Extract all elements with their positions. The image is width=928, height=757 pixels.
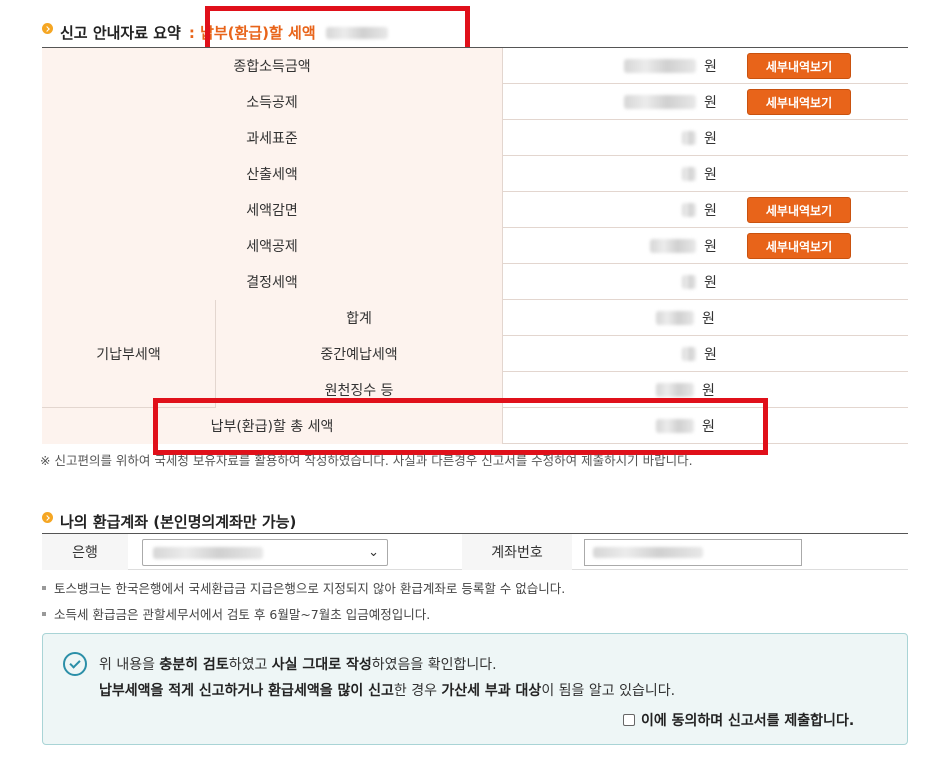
detail-button-reduction[interactable]: 세부내역보기 <box>747 197 851 223</box>
row-label: 종합소득금액 <box>42 48 502 84</box>
agree-label: 이에 동의하며 신고서를 제출합니다. <box>641 713 855 729</box>
row-value: 원 <box>682 336 717 372</box>
table-row: 소득공제 원 세부내역보기 <box>42 84 908 120</box>
row-label: 합계 <box>216 300 502 336</box>
row-value: 원 <box>682 120 717 156</box>
summary-table: 종합소득금액 원 세부내역보기 소득공제 원 세부내역보기 과세표준 원 산출세… <box>42 47 908 444</box>
refund-account-row: 은행 ⌄ 계좌번호 <box>42 533 908 570</box>
table-row: 산출세액 원 <box>42 156 908 192</box>
table-row: 종합소득금액 원 세부내역보기 <box>42 48 908 84</box>
info-line: 소득세 환급금은 관할세무서에서 검토 후 6월말~7월초 입금예정입니다. <box>42 604 430 623</box>
info-line: 토스뱅크는 한국은행에서 국세환급금 지급은행으로 지정되지 않아 환급계좌로 … <box>42 578 565 597</box>
row-label: 소득공제 <box>42 84 502 120</box>
row-value: 원 <box>624 48 717 84</box>
bank-select[interactable]: ⌄ <box>142 539 388 566</box>
table-row: 중간예납세액 원 <box>216 336 908 372</box>
row-label: 세액감면 <box>42 192 502 228</box>
row-value: 원 <box>682 264 717 300</box>
bullet-icon <box>42 23 53 34</box>
row-label: 세액공제 <box>42 228 502 264</box>
row-value: 원 <box>656 300 715 336</box>
summary-title: 신고 안내자료 요약 <box>60 24 181 42</box>
summary-note: ※ 신고편의를 위하여 국세청 보유자료를 활용하여 작성하였습니다. 사실과 … <box>40 453 693 468</box>
account-number-input[interactable] <box>584 539 802 566</box>
row-label: 과세표준 <box>42 120 502 156</box>
table-row: 합계 원 <box>216 300 908 336</box>
confirm-line-2: 납부세액을 적게 신고하거나 환급세액을 많이 신고한 경우 가산세 부과 대상… <box>99 683 676 699</box>
checkbox-icon[interactable] <box>623 714 635 726</box>
refund-section-title: 나의 환급계좌 (본인명의계좌만 가능) <box>42 511 296 532</box>
prepaid-label: 기납부세액 <box>42 300 215 408</box>
row-label: 산출세액 <box>42 156 502 192</box>
refund-title: 나의 환급계좌 (본인명의계좌만 가능) <box>60 513 297 531</box>
account-label: 계좌번호 <box>462 534 572 570</box>
table-row: 세액공제 원 세부내역보기 <box>42 228 908 264</box>
row-value: 원 <box>650 228 717 264</box>
row-value: 원 <box>682 192 717 228</box>
row-label: 중간예납세액 <box>216 336 502 372</box>
row-label: 결정세액 <box>42 264 502 300</box>
table-row: 결정세액 원 <box>42 264 908 300</box>
table-row: 세액감면 원 세부내역보기 <box>42 192 908 228</box>
table-row: 과세표준 원 <box>42 120 908 156</box>
agree-checkbox[interactable]: 이에 동의하며 신고서를 제출합니다. <box>623 710 854 730</box>
detail-button-income[interactable]: 세부내역보기 <box>747 53 851 79</box>
row-value: 원 <box>682 156 717 192</box>
highlight-box-total <box>153 398 768 455</box>
check-circle-icon <box>63 652 87 676</box>
detail-button-deduction[interactable]: 세부내역보기 <box>747 89 851 115</box>
chevron-down-icon: ⌄ <box>368 545 379 560</box>
row-value: 원 <box>624 84 717 120</box>
bank-label: 은행 <box>42 534 128 570</box>
detail-button-credit[interactable]: 세부내역보기 <box>747 233 851 259</box>
confirm-line-1: 위 내용을 충분히 검토하였고 사실 그대로 작성하였음을 확인합니다. <box>99 657 497 673</box>
confirm-box: 위 내용을 충분히 검토하였고 사실 그대로 작성하였음을 확인합니다. 납부세… <box>42 633 908 745</box>
bullet-icon <box>42 512 53 523</box>
